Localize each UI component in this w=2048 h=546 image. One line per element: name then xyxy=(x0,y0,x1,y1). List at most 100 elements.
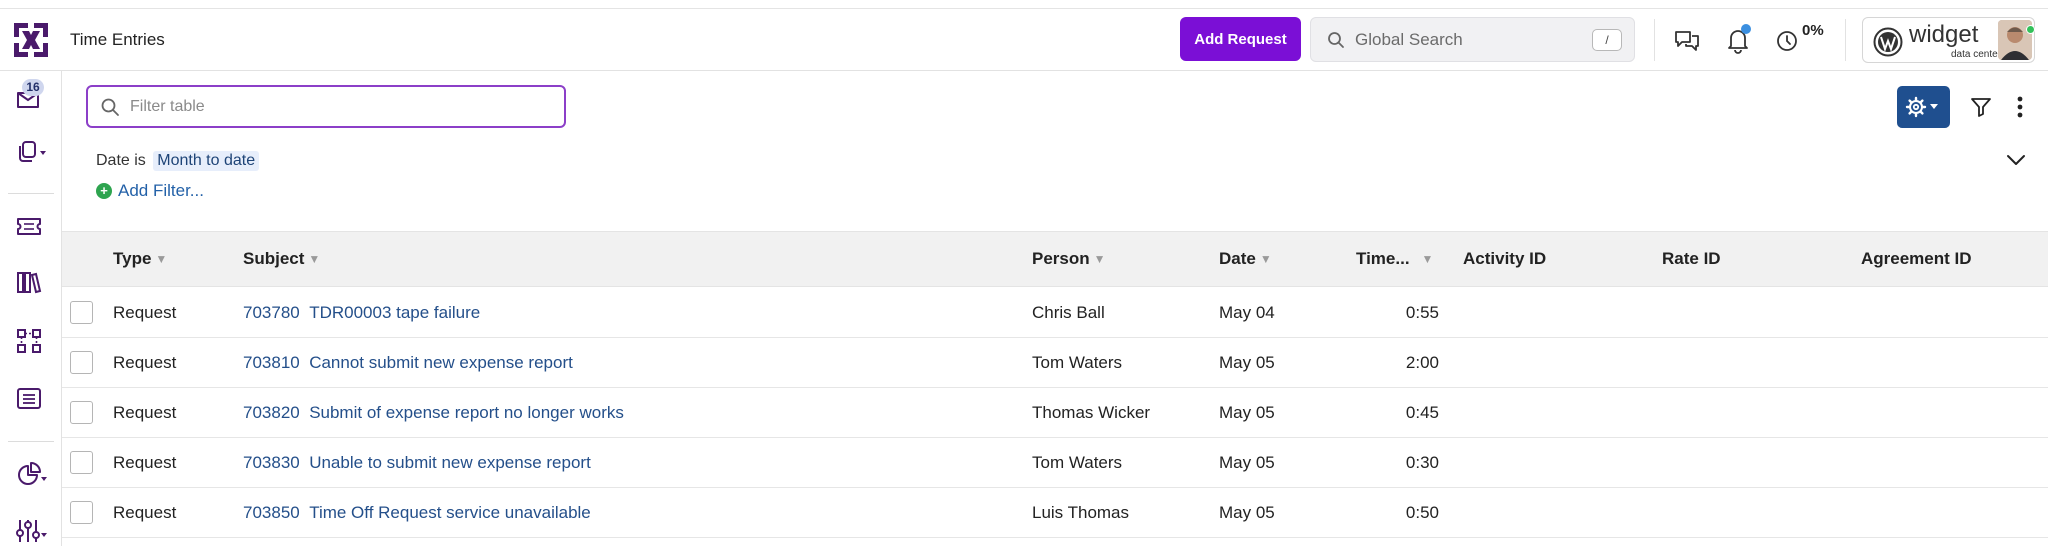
request-id[interactable]: 703830 xyxy=(243,453,300,472)
sort-caret-icon: ▼ xyxy=(1093,252,1106,266)
sidebar-item-reports-list[interactable] xyxy=(14,384,54,418)
chat-icon[interactable] xyxy=(1672,25,1702,55)
sidebar-item-analytics[interactable] xyxy=(14,460,54,494)
header-divider xyxy=(1845,19,1846,61)
column-header-activity-id[interactable]: Activity ID xyxy=(1463,249,1546,269)
global-search-input[interactable]: Global Search / xyxy=(1310,17,1635,62)
subject-text[interactable]: Time Off Request service unavailable xyxy=(309,503,591,522)
pie-chart-icon xyxy=(18,462,47,485)
column-header-date[interactable]: Date ▼ xyxy=(1219,249,1272,269)
global-search-placeholder: Global Search xyxy=(1355,30,1463,49)
active-date-filter[interactable]: Date is Month to date xyxy=(96,151,260,171)
type-cell: Request xyxy=(113,303,177,322)
gear-icon xyxy=(1905,96,1938,118)
timer-icon[interactable] xyxy=(1772,25,1802,55)
type-cell: Request xyxy=(113,403,177,422)
online-status-dot xyxy=(2026,25,2035,34)
person-cell: Thomas Wicker xyxy=(1032,403,1151,422)
request-id[interactable]: 703850 xyxy=(243,503,300,522)
person-cell: Luis Thomas xyxy=(1032,503,1130,522)
wordpress-logo-icon xyxy=(1873,27,1903,57)
date-cell: May 05 xyxy=(1219,453,1275,472)
subject-text[interactable]: TDR00003 tape failure xyxy=(309,303,480,322)
brand-subtitle: data center xyxy=(1951,49,2002,60)
workflow-icon xyxy=(17,329,41,353)
request-id[interactable]: 703780 xyxy=(243,303,300,322)
column-header-person[interactable]: Person ▼ xyxy=(1032,249,1106,269)
chevron-down-icon[interactable] xyxy=(2005,150,2027,170)
column-header-agreement-id[interactable]: Agreement ID xyxy=(1861,249,1972,269)
subject-text[interactable]: Cannot submit new expense report xyxy=(309,353,573,372)
table-row[interactable]: Request 703820 Submit of expense report … xyxy=(62,388,2048,438)
sidebar-item-tickets[interactable] xyxy=(14,211,54,245)
brand-name: widget xyxy=(1909,21,1979,48)
sliders-icon xyxy=(16,520,47,542)
person-cell: Chris Ball xyxy=(1032,303,1105,322)
more-options-icon[interactable] xyxy=(2008,94,2032,120)
request-id[interactable]: 703820 xyxy=(243,403,300,422)
timer-percent: 0% xyxy=(1802,22,1824,39)
row-checkbox[interactable] xyxy=(70,351,93,374)
date-cell: May 04 xyxy=(1219,303,1275,322)
list-icon xyxy=(17,388,41,409)
column-header-time[interactable]: Time... ▼ xyxy=(1356,249,1433,269)
column-header-subject[interactable]: Subject ▼ xyxy=(243,249,320,269)
inbox-badge: 16 xyxy=(22,79,44,96)
sort-caret-icon: ▼ xyxy=(155,252,168,266)
person-cell: Tom Waters xyxy=(1032,453,1123,472)
filter-table-input[interactable] xyxy=(86,85,566,128)
row-checkbox[interactable] xyxy=(70,501,93,524)
column-header-type[interactable]: Type ▼ xyxy=(113,249,167,269)
search-icon xyxy=(101,98,119,116)
table-row[interactable]: Request 703810 Cannot submit new expense… xyxy=(62,338,2048,388)
add-filter-link[interactable]: + Add Filter... xyxy=(96,181,204,201)
row-checkbox[interactable] xyxy=(70,301,93,324)
sidebar-item-documents[interactable] xyxy=(14,137,54,171)
sidebar-item-workflow[interactable] xyxy=(14,326,54,360)
type-cell: Request xyxy=(113,353,177,372)
search-icon xyxy=(1328,32,1344,48)
add-request-button[interactable]: Add Request xyxy=(1180,17,1301,61)
table-row[interactable]: Request 703850 Time Off Request service … xyxy=(62,488,2048,538)
table-row[interactable]: Request 703780 TDR00003 tape failure Chr… xyxy=(62,288,2048,338)
subject-link[interactable]: 703780 TDR00003 tape failure xyxy=(243,303,480,323)
subject-text[interactable]: Submit of expense report no longer works xyxy=(309,403,624,422)
sort-caret-icon: ▼ xyxy=(1421,252,1434,266)
time-cell: 2:00 xyxy=(1405,353,1439,372)
time-cell: 0:55 xyxy=(1405,303,1439,322)
row-checkbox[interactable] xyxy=(70,401,93,424)
sidebar-item-settings[interactable] xyxy=(14,516,54,546)
date-cell: May 05 xyxy=(1219,403,1275,422)
table-row[interactable]: Request 703830 Unable to submit new expe… xyxy=(62,438,2048,488)
date-cell: May 05 xyxy=(1219,353,1275,372)
header-divider xyxy=(1654,19,1655,61)
sidebar-item-inbox[interactable]: 16 xyxy=(14,79,54,115)
request-id[interactable]: 703810 xyxy=(243,353,300,372)
date-filter-value[interactable]: Month to date xyxy=(153,151,260,171)
date-cell: May 05 xyxy=(1219,503,1275,522)
sidebar-divider xyxy=(8,441,54,442)
subject-link[interactable]: 703810 Cannot submit new expense report xyxy=(243,353,573,373)
add-filter-label: Add Filter... xyxy=(118,181,204,200)
table-settings-button[interactable] xyxy=(1897,86,1950,128)
subject-link[interactable]: 703850 Time Off Request service unavaila… xyxy=(243,503,591,523)
sidebar-item-knowledge[interactable] xyxy=(14,268,54,302)
subject-link[interactable]: 703820 Submit of expense report no longe… xyxy=(243,403,624,423)
app-logo-icon[interactable] xyxy=(12,21,50,59)
sidebar: 16 xyxy=(0,71,62,546)
filter-table-field[interactable] xyxy=(130,95,550,119)
copy-icon xyxy=(19,141,46,162)
column-header-rate-id[interactable]: Rate ID xyxy=(1662,249,1721,269)
top-edge xyxy=(0,0,2048,9)
type-cell: Request xyxy=(113,453,177,472)
filter-funnel-icon[interactable] xyxy=(1969,95,1993,119)
sort-caret-icon: ▼ xyxy=(1259,252,1272,266)
date-filter-label: Date is xyxy=(96,152,146,169)
subject-link[interactable]: 703830 Unable to submit new expense repo… xyxy=(243,453,591,473)
time-cell: 0:30 xyxy=(1405,453,1439,472)
row-checkbox[interactable] xyxy=(70,451,93,474)
subject-text[interactable]: Unable to submit new expense report xyxy=(309,453,591,472)
notification-dot xyxy=(1741,24,1751,34)
ticket-icon xyxy=(17,218,41,235)
person-cell: Tom Waters xyxy=(1032,353,1123,372)
